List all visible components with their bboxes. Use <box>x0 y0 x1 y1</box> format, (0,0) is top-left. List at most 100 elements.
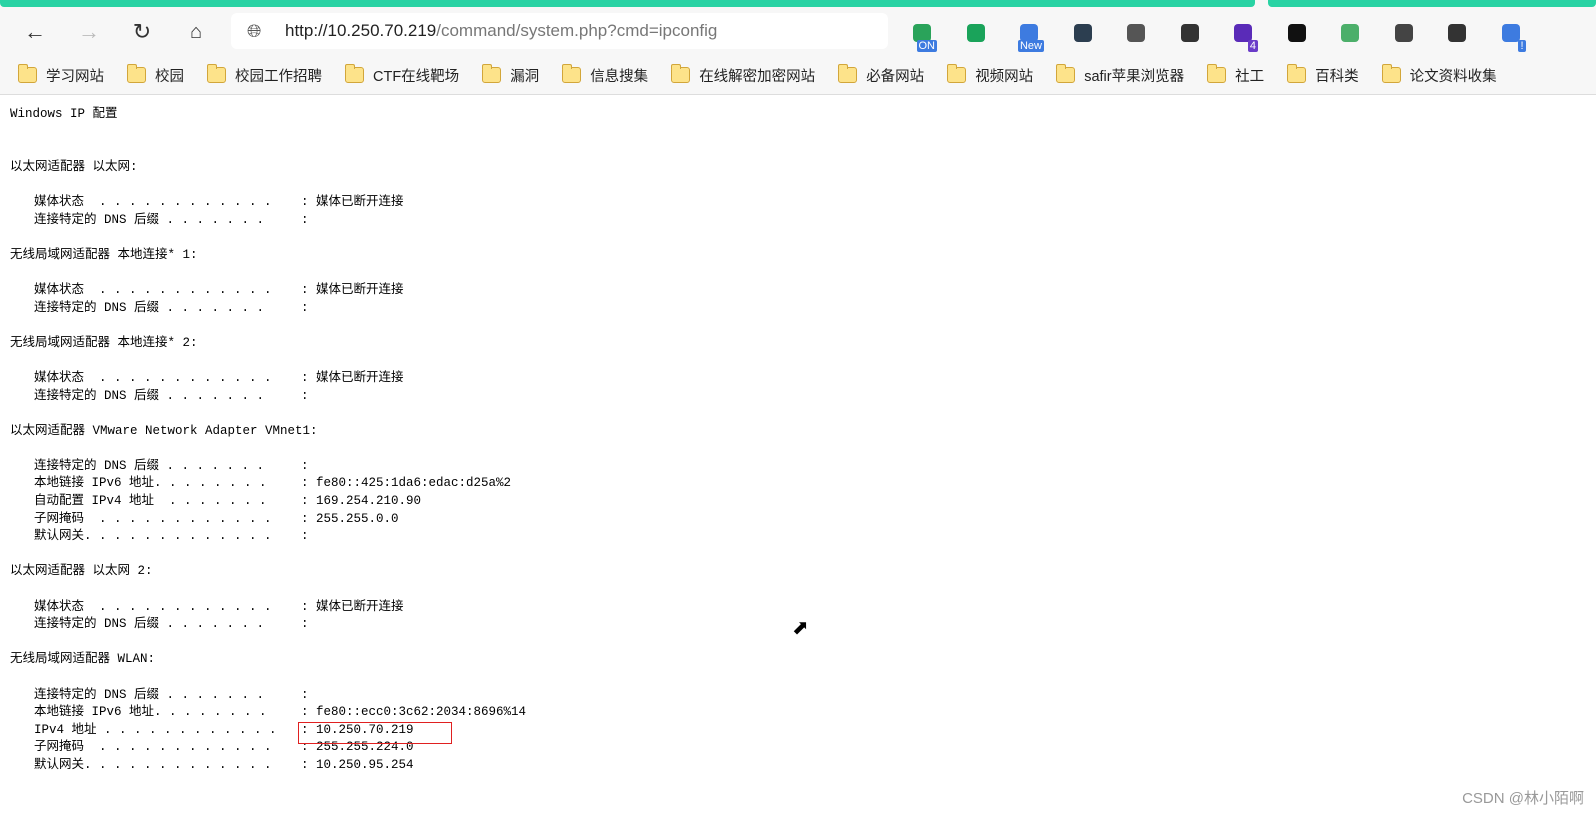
adapter-entry: 媒体状态 . . . . . . . . . . . .: 媒体已断开连接 <box>10 370 526 388</box>
bird-alert-icon[interactable]: ! <box>1498 20 1526 52</box>
bookmark-folder[interactable]: 论文资料收集 <box>1381 64 1497 86</box>
adapter-entry: 连接特定的 DNS 后缀 . . . . . . .: <box>10 616 526 634</box>
adapter-entry: 本地链接 IPv6 地址. . . . . . . . : fe80::ecc0:… <box>10 704 526 722</box>
bookmark-folder[interactable]: 学习网站 <box>18 64 104 86</box>
entry-value: : fe80::425:1da6:edac:d25a%2 <box>301 476 512 491</box>
extension-badge: ! <box>1518 40 1526 52</box>
entry-value: : <box>301 388 309 403</box>
bookmark-folder[interactable]: 信息搜集 <box>562 64 648 86</box>
entry-value: : <box>301 529 309 544</box>
bookmark-folder[interactable]: 校园 <box>127 64 184 86</box>
adapter-header: 无线局域网适配器 本地连接* 1: <box>10 247 198 262</box>
entry-value: : <box>301 212 309 227</box>
url-text[interactable]: http://10.250.70.219/command/system.php?… <box>285 21 717 41</box>
entry-value: : 169.254.210.90 <box>301 494 422 509</box>
adapter-entry: 连接特定的 DNS 后缀 . . . . . . .: <box>10 458 526 476</box>
entry-label: 子网掩码 . . . . . . . . . . . . <box>34 740 272 755</box>
folder-icon <box>838 64 858 83</box>
folder-icon <box>1056 64 1076 83</box>
folder-icon <box>1287 64 1307 83</box>
entry-label: 连接特定的 DNS 后缀 . . . . . . . <box>34 458 265 473</box>
entry-label: 默认网关. . . . . . . . . . . . . <box>34 529 272 544</box>
adapter-entry: 子网掩码 . . . . . . . . . . . .: 255.255.0.… <box>10 511 526 529</box>
tampermonkey-icon[interactable] <box>1284 20 1310 46</box>
bookmark-folder[interactable]: CTF在线靶场 <box>345 64 459 86</box>
folder-icon <box>345 64 364 83</box>
copy-icon[interactable] <box>1123 20 1149 46</box>
bookmark-folder[interactable]: safir苹果浏览器 <box>1056 64 1184 86</box>
mouse-cursor-icon: ⬈ <box>792 617 809 639</box>
entry-label: IPv4 地址 . . . . . . . . . . . . <box>34 722 277 737</box>
adapter-entry: 连接特定的 DNS 后缀 . . . . . . .: <box>10 687 526 705</box>
sync-circle-icon[interactable] <box>1070 20 1096 46</box>
entry-label: 默认网关. . . . . . . . . . . . . <box>34 757 272 772</box>
folder-icon <box>1381 64 1401 83</box>
green-chat-icon[interactable] <box>963 20 989 46</box>
adapter-entry: 默认网关. . . . . . . . . . . . .: <box>10 528 526 546</box>
bookmark-folder[interactable]: 社工 <box>1207 64 1264 86</box>
paragraph-arrow-icon[interactable] <box>1177 20 1203 46</box>
home-icon[interactable]: ⌂ <box>181 18 211 46</box>
adapter-entry: 默认网关. . . . . . . . . . . . .: 10.250.95… <box>10 757 526 775</box>
entry-label: 媒体状态 . . . . . . . . . . . . <box>34 194 272 209</box>
bookmark-folder[interactable]: 校园工作招聘 <box>207 64 322 86</box>
address-bar[interactable]: 🌐︎ http://10.250.70.219/command/system.p… <box>231 13 888 49</box>
entry-value: : fe80::ecc0:3c62:2034:8696%14 <box>301 705 527 720</box>
entry-label: 本地链接 IPv6 地址. . . . . . . . <box>34 705 267 720</box>
ipconfig-output: Windows IP 配置 以太网适配器 以太网: 媒体状态 . . . . . .… <box>10 106 526 792</box>
bookmark-folder[interactable]: 漏洞 <box>482 64 539 86</box>
folder-icon <box>18 64 37 83</box>
entry-label: 连接特定的 DNS 后缀 . . . . . . . <box>34 300 265 315</box>
adapter-entry: 媒体状态 . . . . . . . . . . . .: 媒体已断开连接 <box>10 282 526 300</box>
bookmark-folder[interactable]: 在线解密加密网站 <box>671 64 815 86</box>
entry-value: : <box>301 300 309 315</box>
info-on-icon[interactable]: ON <box>909 20 937 52</box>
adapter-entry: 连接特定的 DNS 后缀 . . . . . . .: <box>10 212 526 230</box>
bookmark-folder[interactable]: 必备网站 <box>838 64 924 86</box>
back-icon[interactable]: ← <box>20 18 50 46</box>
bookmark-folder[interactable]: 视频网站 <box>947 64 1033 86</box>
entry-value: : 媒体已断开连接 <box>301 194 404 209</box>
adguard-shield-icon[interactable] <box>1337 20 1363 46</box>
adapter-header: 以太网适配器 以太网 2: <box>10 564 153 579</box>
adapter-header: 以太网适配器 VMware Network Adapter VMnet1: <box>10 423 318 438</box>
tab-active[interactable] <box>0 0 1255 7</box>
entry-label: 媒体状态 . . . . . . . . . . . . <box>34 599 272 614</box>
entry-label: 自动配置 IPv4 地址 . . . . . . . <box>34 494 267 509</box>
adapter-entry: 媒体状态 . . . . . . . . . . . . : 媒体已断开连接 <box>10 194 526 212</box>
entry-value: : <box>301 458 309 473</box>
entry-value: : 255.255.0.0 <box>301 511 399 526</box>
translate-icon[interactable] <box>1444 20 1470 46</box>
ipv4-highlight-box <box>298 722 452 744</box>
tab[interactable] <box>1268 0 1596 7</box>
play-icon[interactable] <box>1391 20 1417 46</box>
adapter-entry: 连接特定的 DNS 后缀 . . . . . . .: <box>10 388 526 406</box>
reload-icon[interactable]: ↻ <box>127 18 157 46</box>
entry-label: 连接特定的 DNS 后缀 . . . . . . . <box>34 212 265 227</box>
folder-icon <box>127 64 146 83</box>
forward-icon[interactable]: → <box>74 18 104 46</box>
folder-icon <box>1207 64 1227 83</box>
entry-label: 连接特定的 DNS 后缀 . . . . . . . <box>34 388 265 403</box>
adapter-header: 无线局域网适配器 WLAN: <box>10 652 156 667</box>
folder-icon <box>482 64 502 83</box>
entry-label: 连接特定的 DNS 后缀 . . . . . . . <box>34 687 265 702</box>
new-extension-icon[interactable]: New <box>1016 20 1044 52</box>
bookmark-folder[interactable]: 百科类 <box>1287 64 1359 86</box>
entry-value: : 媒体已断开连接 <box>301 599 404 614</box>
adapter-header: 无线局域网适配器 本地连接* 2: <box>10 335 198 350</box>
bookmarks-bar: 学习网站 校园 校园工作招聘 CTF在线靶场 漏洞 信息搜集 在线解密加密网站 必备网站 视频网… <box>0 56 1596 95</box>
purple-diamond-icon[interactable]: 4 <box>1230 20 1258 52</box>
